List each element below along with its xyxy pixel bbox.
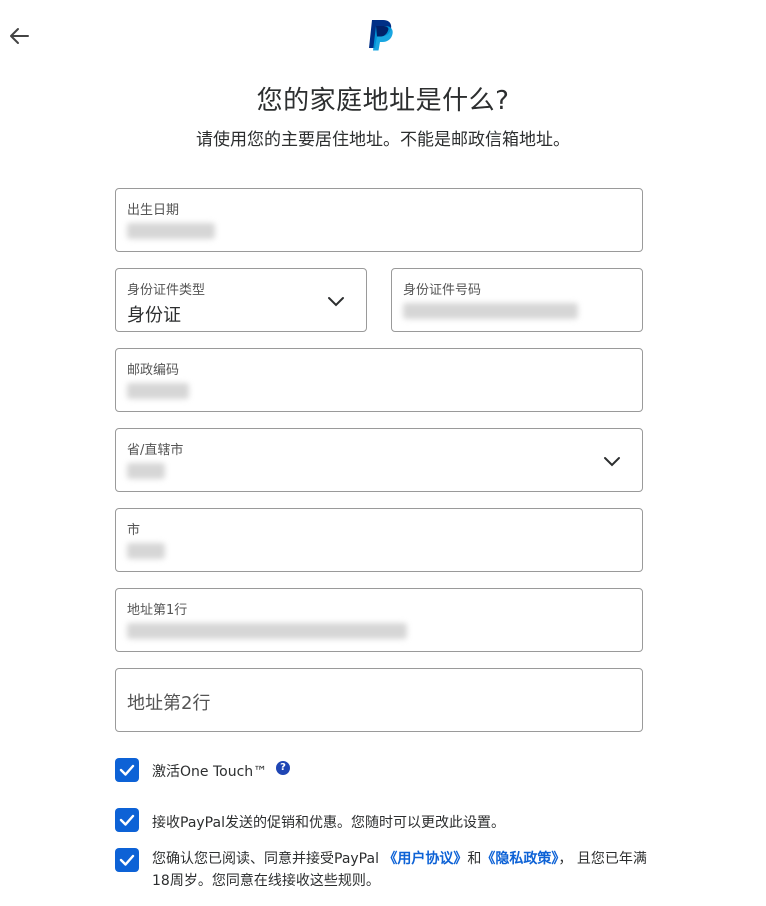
- city-value-redacted: [127, 543, 165, 559]
- postal-code-field[interactable]: 邮政编码: [115, 348, 643, 412]
- id-type-select[interactable]: 身份证件类型 身份证: [115, 268, 367, 332]
- city-field[interactable]: 市: [115, 508, 643, 572]
- id-type-value: 身份证: [127, 305, 181, 326]
- paypal-logo-icon: [369, 20, 393, 51]
- province-select[interactable]: 省/直辖市: [115, 428, 643, 492]
- province-label: 省/直辖市: [127, 443, 184, 458]
- one-touch-label: 激活One Touch™: [152, 764, 268, 780]
- page-title: 您的家庭地址是什么?: [256, 86, 510, 116]
- terms-text-part1: 您确认您已阅读、同意并接受PayPal: [152, 851, 384, 867]
- city-label: 市: [127, 523, 141, 538]
- checkmark-icon: [119, 814, 135, 826]
- page-subtitle: 请使用您的主要居住地址。不能是邮政信箱地址。: [196, 130, 570, 150]
- postal-code-value-redacted: [127, 383, 189, 399]
- promotions-checkbox[interactable]: [115, 808, 139, 832]
- id-type-label: 身份证件类型: [127, 283, 206, 298]
- address-line1-value-redacted: [127, 623, 407, 639]
- checkmark-icon: [119, 764, 135, 776]
- id-number-label: 身份证件号码: [403, 283, 482, 298]
- address-line2-field[interactable]: 地址第2行: [115, 668, 643, 732]
- user-agreement-link[interactable]: 《用户协议》: [383, 851, 467, 867]
- address-line1-field[interactable]: 地址第1行: [115, 588, 643, 652]
- id-number-value-redacted: [403, 303, 578, 319]
- address-line1-label: 地址第1行: [127, 603, 188, 618]
- promotions-label: 接收PayPal发送的促销和优惠。您随时可以更改此设置。: [152, 815, 505, 831]
- arrow-left-icon: [10, 28, 29, 44]
- dob-label: 出生日期: [127, 203, 180, 218]
- help-icon[interactable]: ?: [276, 761, 290, 775]
- postal-code-label: 邮政编码: [127, 363, 180, 378]
- address-line2-placeholder: 地址第2行: [127, 693, 211, 714]
- terms-text: 您确认您已阅读、同意并接受PayPal 《用户协议》和《隐私政策》， 且您已年满…: [152, 848, 652, 892]
- dob-value-redacted: [127, 223, 215, 239]
- checkmark-icon: [119, 854, 135, 866]
- chevron-down-icon: [328, 297, 344, 307]
- terms-and: 和: [467, 851, 482, 867]
- chevron-down-icon: [604, 457, 620, 467]
- id-number-field[interactable]: 身份证件号码: [391, 268, 643, 332]
- one-touch-checkbox[interactable]: [115, 758, 139, 782]
- back-button[interactable]: [6, 22, 34, 50]
- province-value-redacted: [127, 463, 165, 479]
- privacy-policy-link[interactable]: 《隐私政策》: [481, 851, 558, 867]
- dob-field[interactable]: 出生日期: [115, 188, 643, 252]
- terms-checkbox[interactable]: [115, 848, 139, 872]
